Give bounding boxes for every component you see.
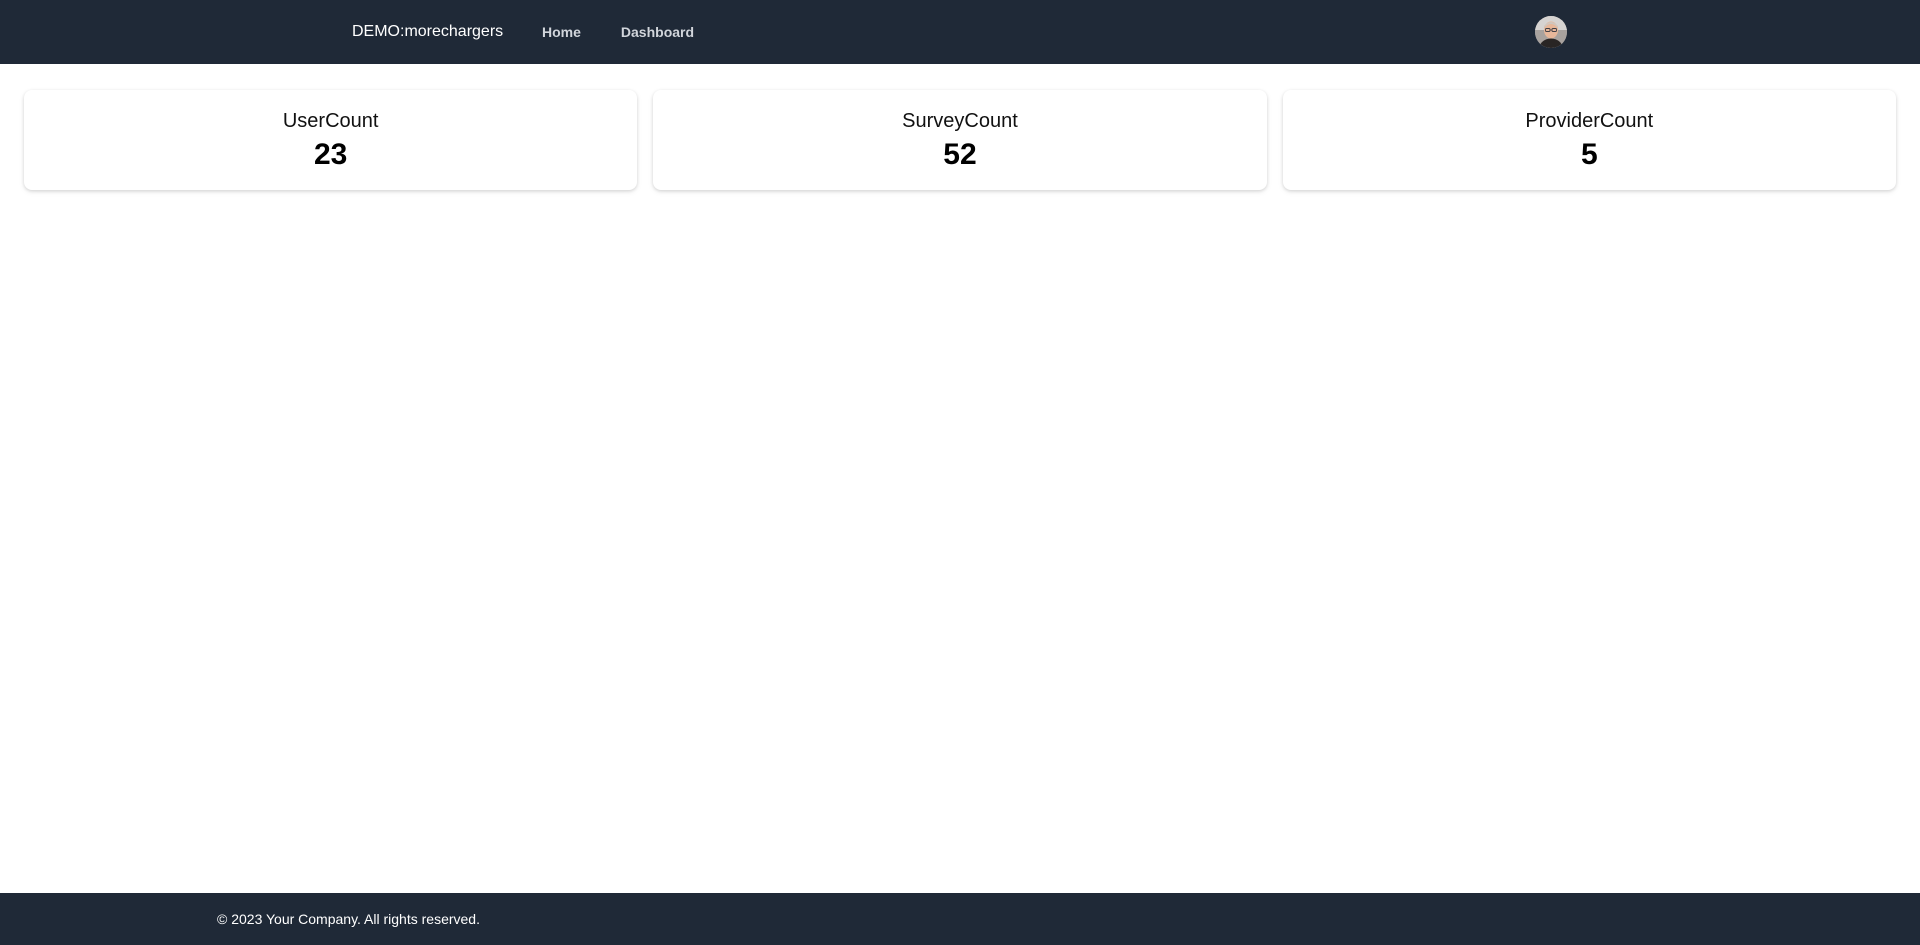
- brand-link[interactable]: DEMO:morechargers: [352, 0, 503, 64]
- stat-card-user-count: UserCount 23: [24, 90, 638, 190]
- stats-row: UserCount 23 SurveyCount 52 ProviderCoun…: [24, 90, 1896, 190]
- top-navbar: DEMO:morechargers Home Dashboard: [0, 0, 1920, 64]
- stat-value: 5: [1580, 138, 1598, 171]
- stat-label: SurveyCount: [902, 110, 1018, 132]
- stat-label: ProviderCount: [1525, 110, 1654, 132]
- main-nav: Home Dashboard: [530, 0, 722, 64]
- nav-link-dashboard[interactable]: Dashboard: [609, 16, 706, 48]
- page: DEMO:morechargers Home Dashboard UserCou…: [0, 0, 1920, 945]
- page-footer: © 2023 Your Company. All rights reserved…: [0, 893, 1920, 945]
- copyright-text: © 2023 Your Company. All rights reserved…: [217, 911, 480, 927]
- user-menu-button[interactable]: [1535, 16, 1567, 48]
- stat-value: 52: [943, 138, 977, 171]
- stat-card-provider-count: ProviderCount 5: [1282, 90, 1896, 190]
- stat-value: 23: [313, 138, 348, 171]
- stat-card-survey-count: SurveyCount 52: [653, 90, 1267, 190]
- stat-label: UserCount: [282, 110, 379, 132]
- nav-link-home[interactable]: Home: [530, 16, 593, 48]
- dashboard-main: UserCount 23 SurveyCount 52 ProviderCoun…: [0, 64, 1920, 893]
- avatar-icon: [1535, 16, 1567, 48]
